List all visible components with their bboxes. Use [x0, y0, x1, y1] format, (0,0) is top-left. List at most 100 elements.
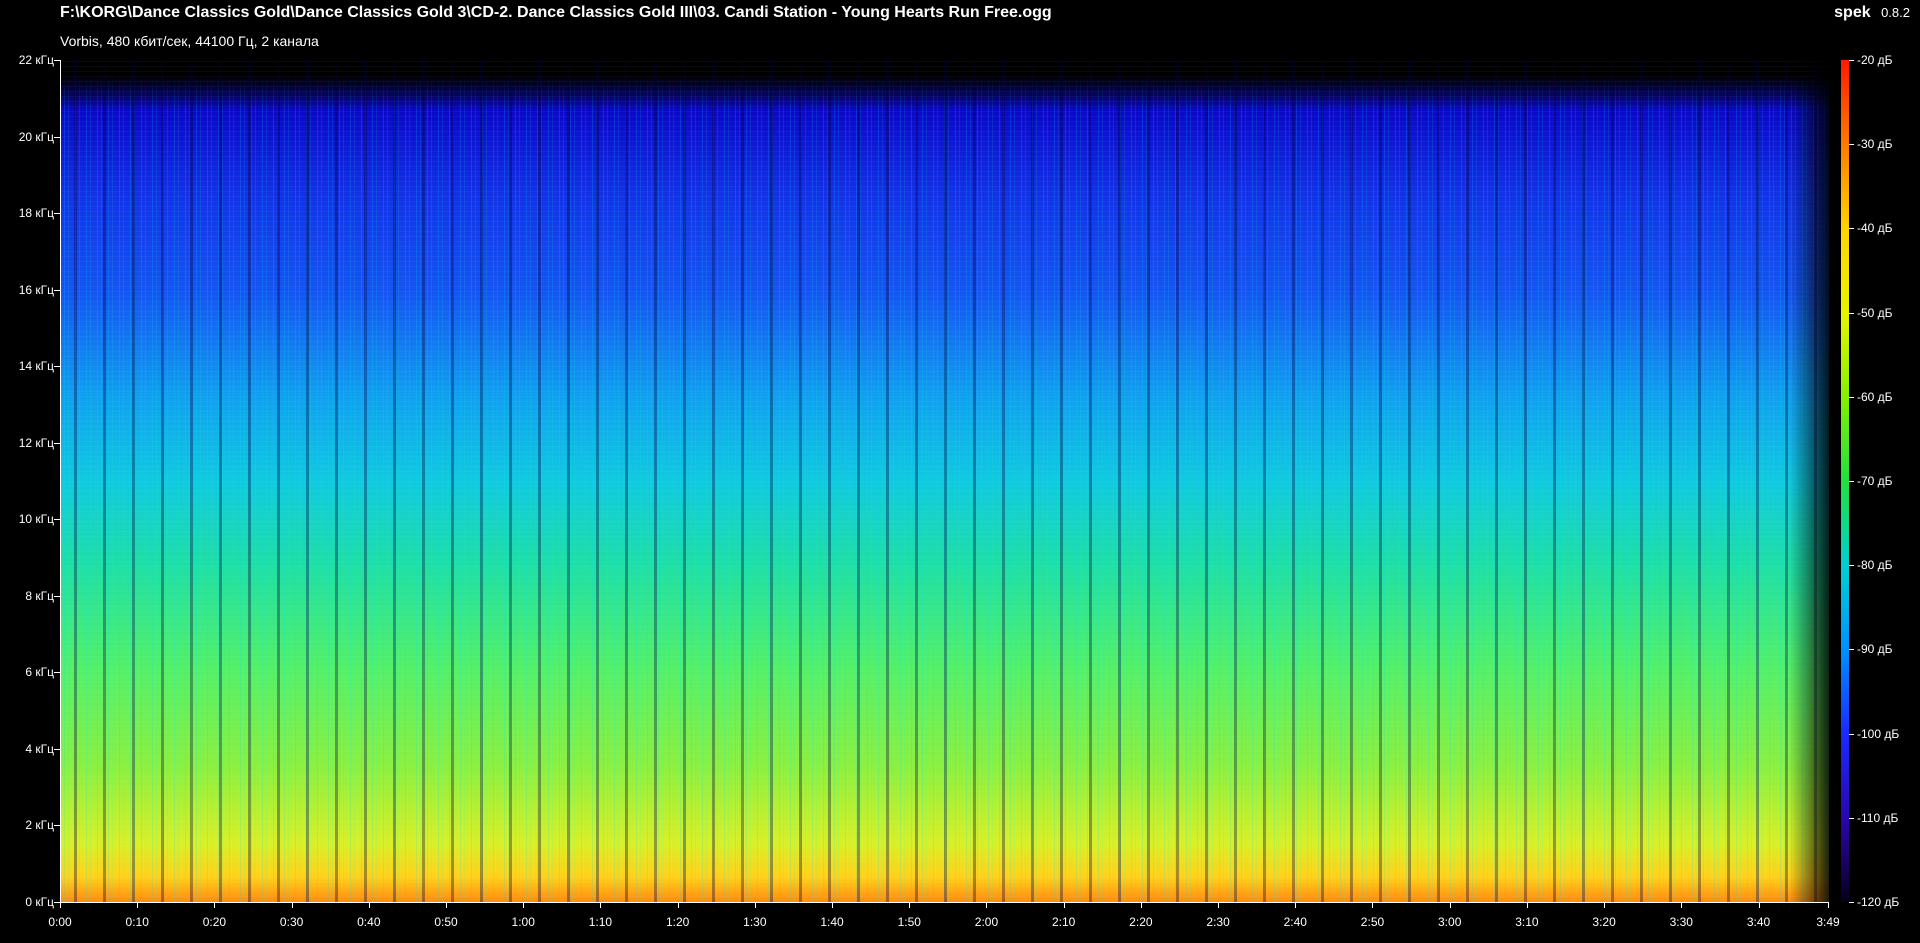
time-tick-label: 1:10	[588, 915, 613, 929]
decibel-tick-label: -100 дБ	[1857, 726, 1900, 741]
axis-tick	[1849, 60, 1854, 61]
spectrogram-image	[60, 60, 1829, 903]
axis-tick	[1849, 817, 1854, 819]
axis-tick	[54, 672, 60, 674]
time-tick-label: 3:30	[1669, 915, 1693, 929]
axis-tick	[54, 442, 60, 444]
axis-tick	[1372, 902, 1374, 908]
axis-tick	[1758, 902, 1760, 908]
decibel-tick-label: -50 дБ	[1857, 305, 1893, 320]
decibel-tick-label: -70 дБ	[1857, 474, 1893, 488]
time-tick-label: 0:00	[48, 915, 72, 929]
frequency-tick-label: 18 кГц	[18, 206, 54, 221]
axis-tick	[1849, 902, 1854, 903]
axis-tick	[754, 902, 756, 908]
frequency-tick-label: 16 кГц	[18, 282, 54, 297]
axis-tick	[523, 902, 525, 908]
axis-tick	[1295, 902, 1297, 908]
axis-tick	[1140, 902, 1142, 908]
axis-tick	[1526, 902, 1528, 908]
axis-tick	[214, 902, 216, 908]
decibel-tick-label: -60 дБ	[1857, 389, 1893, 404]
axis-tick	[1681, 902, 1683, 908]
time-tick-label: 2:30	[1206, 915, 1230, 929]
decibel-tick-label: -40 дБ	[1857, 221, 1893, 236]
axis-tick	[1449, 902, 1451, 908]
frequency-tick-label: 0 кГц	[25, 895, 54, 909]
axis-tick	[54, 825, 60, 827]
axis-tick	[600, 902, 602, 908]
time-tick-label: 3:10	[1515, 915, 1539, 929]
axis-tick	[832, 902, 834, 908]
axis-tick	[60, 902, 61, 908]
decibel-tick-label: -90 дБ	[1857, 642, 1893, 657]
time-tick-label: 2:50	[1360, 915, 1385, 929]
axis-tick	[1849, 649, 1854, 651]
axis-tick	[54, 213, 60, 215]
spek-window: F:\KORG\Dance Classics Gold\Dance Classi…	[0, 0, 1920, 943]
decibel-tick-label: -110 дБ	[1857, 810, 1899, 825]
axis-tick	[446, 902, 448, 908]
file-path-title: F:\KORG\Dance Classics Gold\Dance Classi…	[60, 4, 1052, 21]
time-tick-label: 3:40	[1746, 915, 1771, 929]
frequency-tick-label: 22 кГц	[18, 53, 54, 67]
time-tick-label: 2:20	[1129, 915, 1153, 929]
time-tick-label: 2:10	[1051, 915, 1076, 929]
frequency-tick-label: 12 кГц	[18, 435, 54, 450]
axis-tick	[677, 902, 679, 908]
spectrogram-cutoff	[61, 60, 1829, 110]
app-name: spek	[1834, 4, 1871, 21]
app-brand: spek 0.8.2	[1834, 4, 1910, 22]
time-tick-label: 1:50	[897, 915, 921, 929]
axis-tick	[986, 902, 988, 908]
frequency-tick-label: 4 кГц	[25, 741, 54, 756]
frequency-tick-label: 8 кГц	[25, 588, 54, 603]
app-version: 0.8.2	[1881, 5, 1910, 20]
axis-tick	[1828, 902, 1829, 908]
axis-tick	[1063, 902, 1065, 908]
axis-tick	[1849, 481, 1854, 482]
frequency-tick-label: 10 кГц	[18, 512, 54, 527]
axis-tick	[1849, 228, 1854, 230]
axis-tick	[54, 748, 60, 750]
axis-tick	[137, 902, 139, 908]
axis-tick	[1849, 312, 1854, 314]
axis-tick	[1849, 396, 1854, 398]
time-tick-label: 1:30	[743, 915, 767, 929]
frequency-tick-label: 2 кГц	[25, 818, 54, 833]
frequency-tick-label: 6 кГц	[25, 665, 54, 680]
time-tick-label: 0:40	[357, 915, 381, 929]
axis-tick	[54, 60, 60, 61]
time-tick-label: 0:10	[125, 915, 149, 929]
axis-tick	[54, 595, 60, 597]
axis-tick	[1849, 144, 1854, 146]
axis-tick	[54, 366, 60, 368]
time-tick-label: 2:40	[1283, 915, 1307, 929]
frequency-tick-label: 14 кГц	[18, 359, 54, 374]
time-tick-label: 0:50	[434, 915, 458, 929]
axis-tick	[909, 902, 911, 908]
axis-tick	[1218, 902, 1220, 908]
decibel-colorbar	[1841, 60, 1849, 902]
time-tick-label: 2:00	[974, 915, 999, 929]
time-tick-label: 1:20	[665, 915, 690, 929]
spectrogram-texture	[61, 60, 1829, 902]
axis-tick	[54, 289, 60, 291]
axis-tick	[368, 902, 370, 908]
decibel-tick-label: -20 дБ	[1857, 53, 1893, 67]
axis-tick	[1849, 733, 1854, 735]
decibel-tick-label: -80 дБ	[1857, 558, 1893, 573]
time-tick-label: 0:30	[279, 915, 304, 929]
time-tick-label: 1:40	[820, 915, 844, 929]
time-tick-label: 3:49	[1816, 915, 1840, 929]
audio-info-subtitle: Vorbis, 480 кбит/сек, 44100 Гц, 2 канала	[60, 33, 319, 49]
spectrogram-end-fade	[1789, 60, 1829, 902]
axis-tick	[1604, 902, 1606, 908]
decibel-tick-label: -30 дБ	[1857, 137, 1893, 152]
axis-tick	[54, 519, 60, 521]
frequency-tick-label: 20 кГц	[18, 129, 54, 144]
axis-tick	[1849, 565, 1854, 567]
axis-tick	[291, 902, 293, 908]
decibel-tick-label: -120 дБ	[1857, 895, 1900, 909]
time-tick-label: 0:20	[202, 915, 227, 929]
